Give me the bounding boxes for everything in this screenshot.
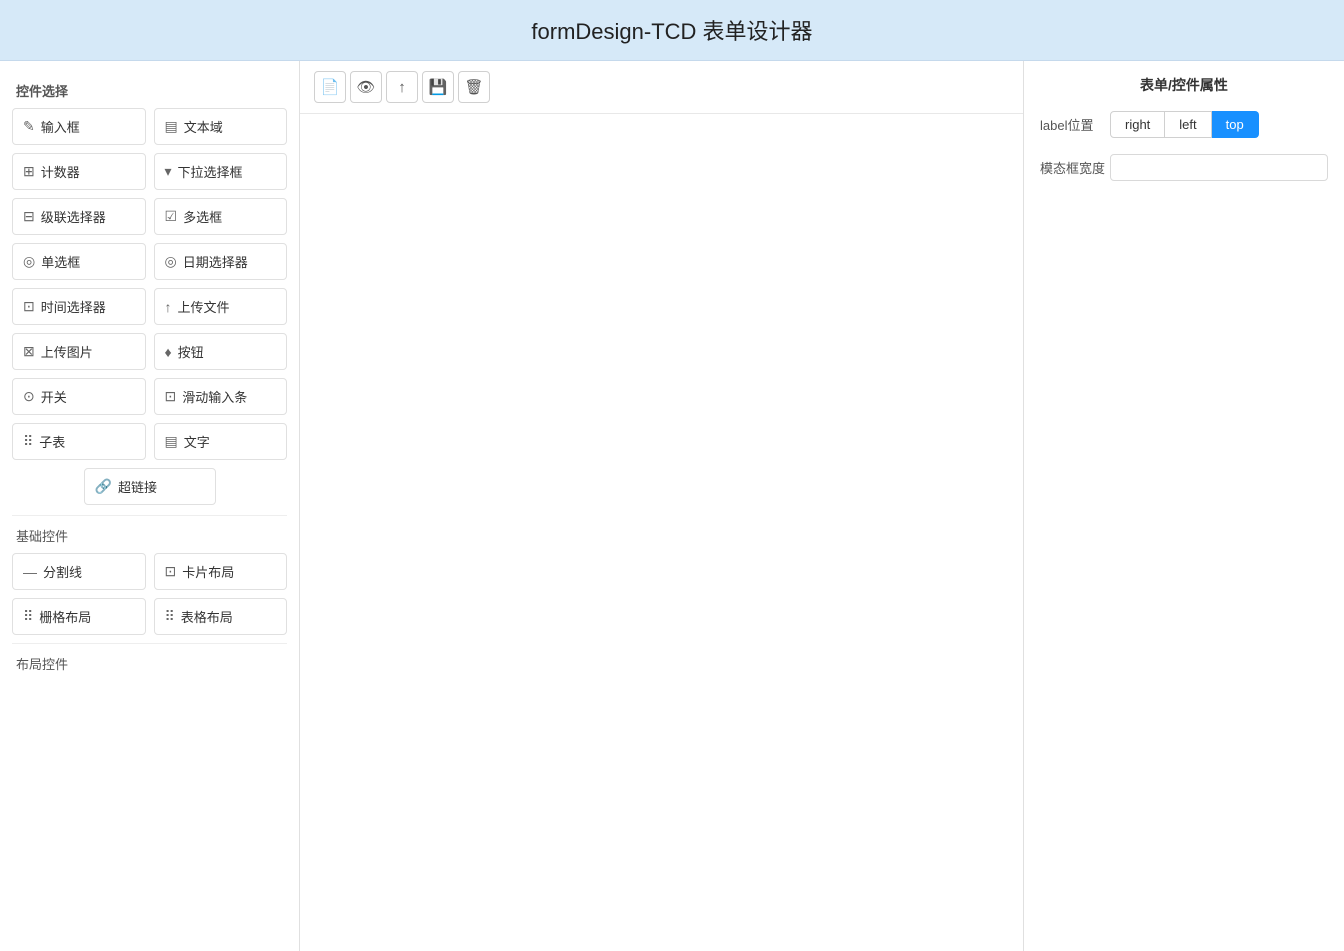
control-slider[interactable]: ⊡ 滑动输入条 — [154, 378, 288, 415]
control-divider[interactable]: — 分割线 — [12, 553, 146, 590]
label-position-label: label位置 — [1040, 115, 1110, 134]
preview-icon: 👁 — [356, 78, 375, 96]
button-label: 按钮 — [178, 342, 204, 361]
right-panel: 表单/控件属性 label位置 right left top 模态框宽度 — [1024, 61, 1344, 951]
textarea-label: 文本域 — [184, 117, 223, 136]
upload-file-icon: ↑ — [165, 299, 172, 315]
label-position-right[interactable]: right — [1110, 111, 1165, 138]
app-title: formDesign-TCD 表单设计器 — [531, 19, 812, 44]
text-label: 文字 — [184, 432, 210, 451]
new-icon: 📄 — [321, 78, 340, 96]
control-datepicker[interactable]: ◎ 日期选择器 — [154, 243, 288, 280]
slider-icon: ⊡ — [165, 388, 177, 405]
dropdown-label: 下拉选择框 — [178, 162, 243, 181]
dropdown-icon: ▾ — [165, 163, 172, 180]
save-icon: 💾 — [429, 78, 448, 96]
toolbar-delete-btn[interactable]: 🗑 — [458, 71, 490, 103]
label-position-row: label位置 right left top — [1040, 111, 1328, 138]
center-panel: 📄 👁 ↑ 💾 🗑 — [300, 61, 1024, 951]
layout-controls-label: 布局控件 — [12, 654, 287, 673]
import-icon: ↑ — [398, 79, 406, 96]
hyperlink-row: 🔗 超链接 — [12, 468, 287, 505]
left-panel: 控件选择 ✎ 输入框 ▤ 文本域 ⊞ 计数器 ▾ 下拉选择框 — [0, 61, 300, 951]
slider-label: 滑动输入条 — [182, 387, 247, 406]
control-table-layout[interactable]: ⠿ 表格布局 — [154, 598, 288, 635]
app-body: 控件选择 ✎ 输入框 ▤ 文本域 ⊞ 计数器 ▾ 下拉选择框 — [0, 61, 1344, 951]
modal-width-row: 模态框宽度 — [1040, 154, 1328, 181]
toolbar: 📄 👁 ↑ 💾 🗑 — [300, 61, 1023, 114]
control-button[interactable]: ♦ 按钮 — [154, 333, 288, 370]
toolbar-import-btn[interactable]: ↑ — [386, 71, 418, 103]
control-upload-file[interactable]: ↑ 上传文件 — [154, 288, 288, 325]
toolbar-preview-btn[interactable]: 👁 — [350, 71, 382, 103]
radio-label: 单选框 — [41, 252, 80, 271]
control-dropdown[interactable]: ▾ 下拉选择框 — [154, 153, 288, 190]
toolbar-save-btn[interactable]: 💾 — [422, 71, 454, 103]
upload-file-label: 上传文件 — [178, 297, 230, 316]
checkbox-icon: ☑ — [165, 208, 178, 225]
input-icon: ✎ — [23, 118, 35, 135]
upload-image-label: 上传图片 — [41, 342, 93, 361]
section-divider-1 — [12, 515, 287, 516]
control-counter[interactable]: ⊞ 计数器 — [12, 153, 146, 190]
label-position-top[interactable]: top — [1212, 111, 1259, 138]
table-layout-icon: ⠿ — [165, 608, 175, 625]
radio-icon: ◎ — [23, 253, 35, 270]
hyperlink-icon: 🔗 — [95, 478, 112, 495]
counter-label: 计数器 — [41, 162, 80, 181]
divider-label: 分割线 — [43, 562, 82, 581]
right-panel-title: 表单/控件属性 — [1040, 75, 1328, 95]
controls-section-title: 控件选择 — [12, 81, 287, 100]
timepicker-label: 时间选择器 — [41, 297, 106, 316]
control-upload-image[interactable]: ⊠ 上传图片 — [12, 333, 146, 370]
label-position-left[interactable]: left — [1165, 111, 1211, 138]
delete-icon: 🗑 — [464, 78, 483, 96]
control-card-layout[interactable]: ⊡ 卡片布局 — [154, 553, 288, 590]
subtable-label: 子表 — [39, 432, 65, 451]
counter-icon: ⊞ — [23, 163, 35, 180]
modal-width-input[interactable] — [1110, 154, 1328, 181]
datepicker-label: 日期选择器 — [183, 252, 248, 271]
checkbox-label: 多选框 — [183, 207, 222, 226]
canvas-area — [300, 114, 1023, 951]
control-timepicker[interactable]: ⊡ 时间选择器 — [12, 288, 146, 325]
section-divider-2 — [12, 643, 287, 644]
hyperlink-label: 超链接 — [118, 477, 157, 496]
subtable-icon: ⠿ — [23, 433, 33, 450]
switch-icon: ⊙ — [23, 388, 35, 405]
switch-label: 开关 — [41, 387, 67, 406]
control-cascader[interactable]: ⊟ 级联选择器 — [12, 198, 146, 235]
table-layout-label: 表格布局 — [181, 607, 233, 626]
control-input[interactable]: ✎ 输入框 — [12, 108, 146, 145]
upload-image-icon: ⊠ — [23, 343, 35, 360]
toolbar-new-btn[interactable]: 📄 — [314, 71, 346, 103]
input-label: 输入框 — [41, 117, 80, 136]
label-position-group: right left top — [1110, 111, 1259, 138]
control-checkbox[interactable]: ☑ 多选框 — [154, 198, 288, 235]
control-textarea[interactable]: ▤ 文本域 — [154, 108, 288, 145]
timepicker-icon: ⊡ — [23, 298, 35, 315]
text-icon: ▤ — [165, 433, 178, 450]
grid-layout-icon: ⠿ — [23, 608, 33, 625]
button-icon: ♦ — [165, 344, 172, 360]
basic-controls-grid: — 分割线 ⊡ 卡片布局 ⠿ 栅格布局 ⠿ 表格布局 — [12, 553, 287, 635]
divider-icon: — — [23, 564, 37, 580]
cascader-label: 级联选择器 — [41, 207, 106, 226]
control-hyperlink[interactable]: 🔗 超链接 — [84, 468, 216, 505]
card-layout-icon: ⊡ — [165, 563, 177, 580]
datepicker-icon: ◎ — [165, 253, 177, 270]
card-layout-label: 卡片布局 — [182, 562, 234, 581]
control-text[interactable]: ▤ 文字 — [154, 423, 288, 460]
control-subtable[interactable]: ⠿ 子表 — [12, 423, 146, 460]
controls-grid-1: ✎ 输入框 ▤ 文本域 ⊞ 计数器 ▾ 下拉选择框 ⊟ 级联选择器 — [12, 108, 287, 460]
modal-width-label: 模态框宽度 — [1040, 158, 1110, 177]
cascader-icon: ⊟ — [23, 208, 35, 225]
control-radio[interactable]: ◎ 单选框 — [12, 243, 146, 280]
grid-layout-label: 栅格布局 — [39, 607, 91, 626]
app-header: formDesign-TCD 表单设计器 — [0, 0, 1344, 61]
control-grid-layout[interactable]: ⠿ 栅格布局 — [12, 598, 146, 635]
control-switch[interactable]: ⊙ 开关 — [12, 378, 146, 415]
basic-controls-label: 基础控件 — [12, 526, 287, 545]
textarea-icon: ▤ — [165, 118, 178, 135]
